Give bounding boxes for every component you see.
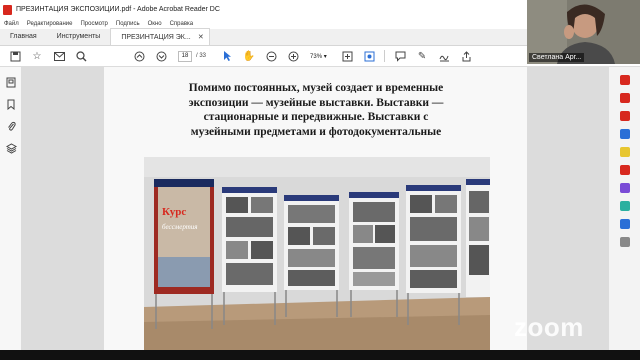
bookmark-icon[interactable]: [4, 97, 18, 111]
comment-tool-icon[interactable]: [619, 147, 630, 157]
organize-pages-icon[interactable]: [619, 165, 630, 175]
participant-name: Светлана Арг...: [529, 53, 585, 62]
more-tools-icon[interactable]: [619, 237, 630, 247]
combine-files-icon[interactable]: [619, 129, 630, 139]
pdf-page: Помимо постоянных, музей создает и време…: [104, 67, 527, 350]
menu-help[interactable]: Справка: [170, 21, 194, 27]
close-icon[interactable]: ✕: [198, 33, 204, 41]
share-icon[interactable]: [459, 49, 473, 63]
attachment-icon[interactable]: [4, 119, 18, 133]
menu-edit[interactable]: Редактирование: [27, 21, 73, 27]
star-icon[interactable]: ☆: [30, 49, 44, 63]
toolbar-divider: [384, 50, 386, 62]
poster-title: Курс: [162, 206, 186, 218]
right-tools-pane: [608, 67, 640, 350]
create-pdf-icon[interactable]: [619, 93, 630, 103]
fill-sign-icon[interactable]: [619, 183, 630, 193]
page-thumbnails-icon[interactable]: [4, 75, 18, 89]
hand-tool-icon[interactable]: ✋: [242, 49, 256, 63]
poster-subtitle: бессмертия: [162, 223, 198, 231]
page-down-icon[interactable]: [154, 49, 168, 63]
left-navigation-pane: [0, 67, 22, 350]
search-icon[interactable]: [74, 49, 88, 63]
page-up-icon[interactable]: [132, 49, 146, 63]
page-total: / 33: [196, 53, 207, 59]
participant-video: Светлана Арг...: [527, 0, 640, 64]
zoom-watermark: zoom: [514, 312, 584, 342]
document-viewport[interactable]: Помимо постоянных, музей создает и време…: [22, 67, 608, 350]
zoom-level-value: 73%: [310, 53, 323, 60]
scan-icon[interactable]: [619, 219, 630, 229]
sign-icon[interactable]: [437, 49, 451, 63]
zoom-level-select[interactable]: 73% ▾: [310, 53, 332, 60]
save-icon[interactable]: [8, 49, 22, 63]
zoom-in-icon[interactable]: [286, 49, 300, 63]
menu-sign[interactable]: Подпись: [116, 21, 140, 27]
comment-icon[interactable]: [393, 49, 407, 63]
export-pdf-icon[interactable]: [619, 75, 630, 85]
tab-document[interactable]: ПРЕЗИНТАЦИЯ ЭК... ✕: [110, 28, 210, 45]
page-number-input[interactable]: 18: [178, 50, 192, 62]
email-icon[interactable]: [52, 49, 66, 63]
menu-view[interactable]: Просмотр: [80, 21, 107, 27]
scroll-mode-icon[interactable]: [362, 49, 376, 63]
menu-window[interactable]: Окно: [148, 21, 162, 27]
protect-icon[interactable]: [619, 201, 630, 211]
select-cursor-icon[interactable]: [220, 49, 234, 63]
exhibition-photo: Курс бессмертия: [144, 157, 490, 350]
tab-document-label: ПРЕЗИНТАЦИЯ ЭК...: [121, 33, 191, 41]
tab-home[interactable]: Главная: [0, 28, 47, 45]
bottom-bar: [0, 350, 640, 360]
layers-icon[interactable]: [4, 141, 18, 155]
fit-page-icon[interactable]: [340, 49, 354, 63]
zoom-out-icon[interactable]: [264, 49, 278, 63]
slide-text: Помимо постоянных, музей создает и време…: [188, 82, 444, 138]
acrobat-icon: [3, 4, 12, 15]
window-title: ПРЕЗИНТАЦИЯ ЭКСПОЗИЦИИ.pdf - Adobe Acrob…: [16, 6, 220, 13]
tab-tools[interactable]: Инструменты: [47, 28, 111, 45]
pen-icon[interactable]: ✎: [415, 49, 429, 63]
edit-pdf-icon[interactable]: [619, 111, 630, 121]
menu-file[interactable]: Файл: [4, 21, 19, 27]
